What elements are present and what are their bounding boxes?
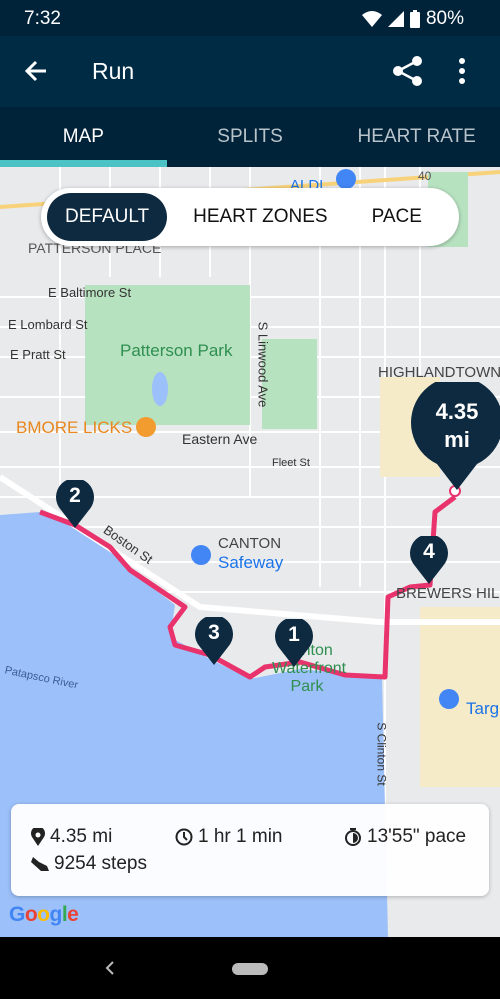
page-title: Run: [92, 58, 135, 84]
mode-pace-button[interactable]: PACE: [354, 193, 440, 241]
battery-icon: [409, 10, 420, 28]
signal-icon: [387, 11, 404, 27]
shoe-icon: [31, 857, 49, 871]
status-time: 7:32: [24, 8, 61, 29]
distance-marker[interactable]: 4.35 mi: [409, 376, 500, 492]
nav-back-icon[interactable]: [104, 961, 116, 975]
app-bar: Run: [0, 36, 500, 107]
map-label: BREWERS HILL: [396, 585, 500, 602]
split-marker[interactable]: 3: [195, 615, 233, 665]
map-label: E Pratt St: [10, 347, 66, 362]
map-label: Fleet St: [272, 457, 310, 469]
map-label: HIGHLANDTOWN: [378, 364, 500, 381]
tab-bar: MAP SPLITS HEART RATE: [0, 107, 500, 167]
map-label: Eastern Ave: [182, 431, 258, 447]
split-marker[interactable]: 2: [56, 478, 94, 528]
wifi-icon: [361, 11, 382, 27]
steps-stat: 9254 steps: [31, 853, 147, 875]
system-nav-bar: [0, 937, 500, 999]
pace-stat: 13'55" pace: [344, 826, 466, 848]
map-label[interactable]: Safeway: [218, 553, 283, 573]
map-label: CANTON: [218, 535, 282, 552]
clock-icon: [175, 828, 193, 846]
distance-stat: 4.35 mi: [31, 826, 112, 848]
more-vert-icon[interactable]: [457, 56, 467, 86]
google-logo: Google: [9, 903, 79, 926]
run-summary-card: 4.35 mi 1 hr 1 min 13'55" pace 9254 step…: [11, 804, 489, 896]
arrow-left-icon[interactable]: [22, 56, 50, 86]
map-label: S Clinton St: [374, 722, 389, 786]
tab-heart-rate[interactable]: HEART RATE: [333, 107, 500, 167]
map-label: S Linwood Ave: [255, 321, 271, 408]
tab-splits[interactable]: SPLITS: [167, 107, 334, 167]
split-marker[interactable]: 4: [410, 534, 448, 584]
tab-map[interactable]: MAP: [0, 107, 167, 167]
map-label: 40: [418, 169, 432, 183]
mode-heart-zones-button[interactable]: HEART ZONES: [175, 193, 345, 241]
map-label[interactable]: Targ: [466, 699, 499, 719]
battery-percent: 80%: [425, 8, 464, 29]
status-bar: 7:32 80%: [0, 0, 500, 36]
location-pin-icon: [31, 828, 45, 846]
nav-home-handle[interactable]: [232, 963, 268, 975]
map-label: E Lombard St: [8, 317, 88, 332]
map-mode-selector: DEFAULT HEART ZONES PACE: [41, 188, 459, 246]
duration-stat: 1 hr 1 min: [175, 826, 282, 848]
mode-default-button[interactable]: DEFAULT: [47, 193, 168, 241]
map-label: Patterson Park: [120, 341, 233, 360]
map-label: E Baltimore St: [48, 285, 132, 300]
split-marker[interactable]: 1: [275, 617, 313, 667]
share-icon[interactable]: [392, 56, 424, 86]
distance-unit: mi: [444, 427, 470, 452]
distance-value: 4.35: [435, 399, 479, 424]
stopwatch-icon: [345, 828, 361, 846]
map-label[interactable]: BMORE LICKS: [16, 418, 132, 438]
